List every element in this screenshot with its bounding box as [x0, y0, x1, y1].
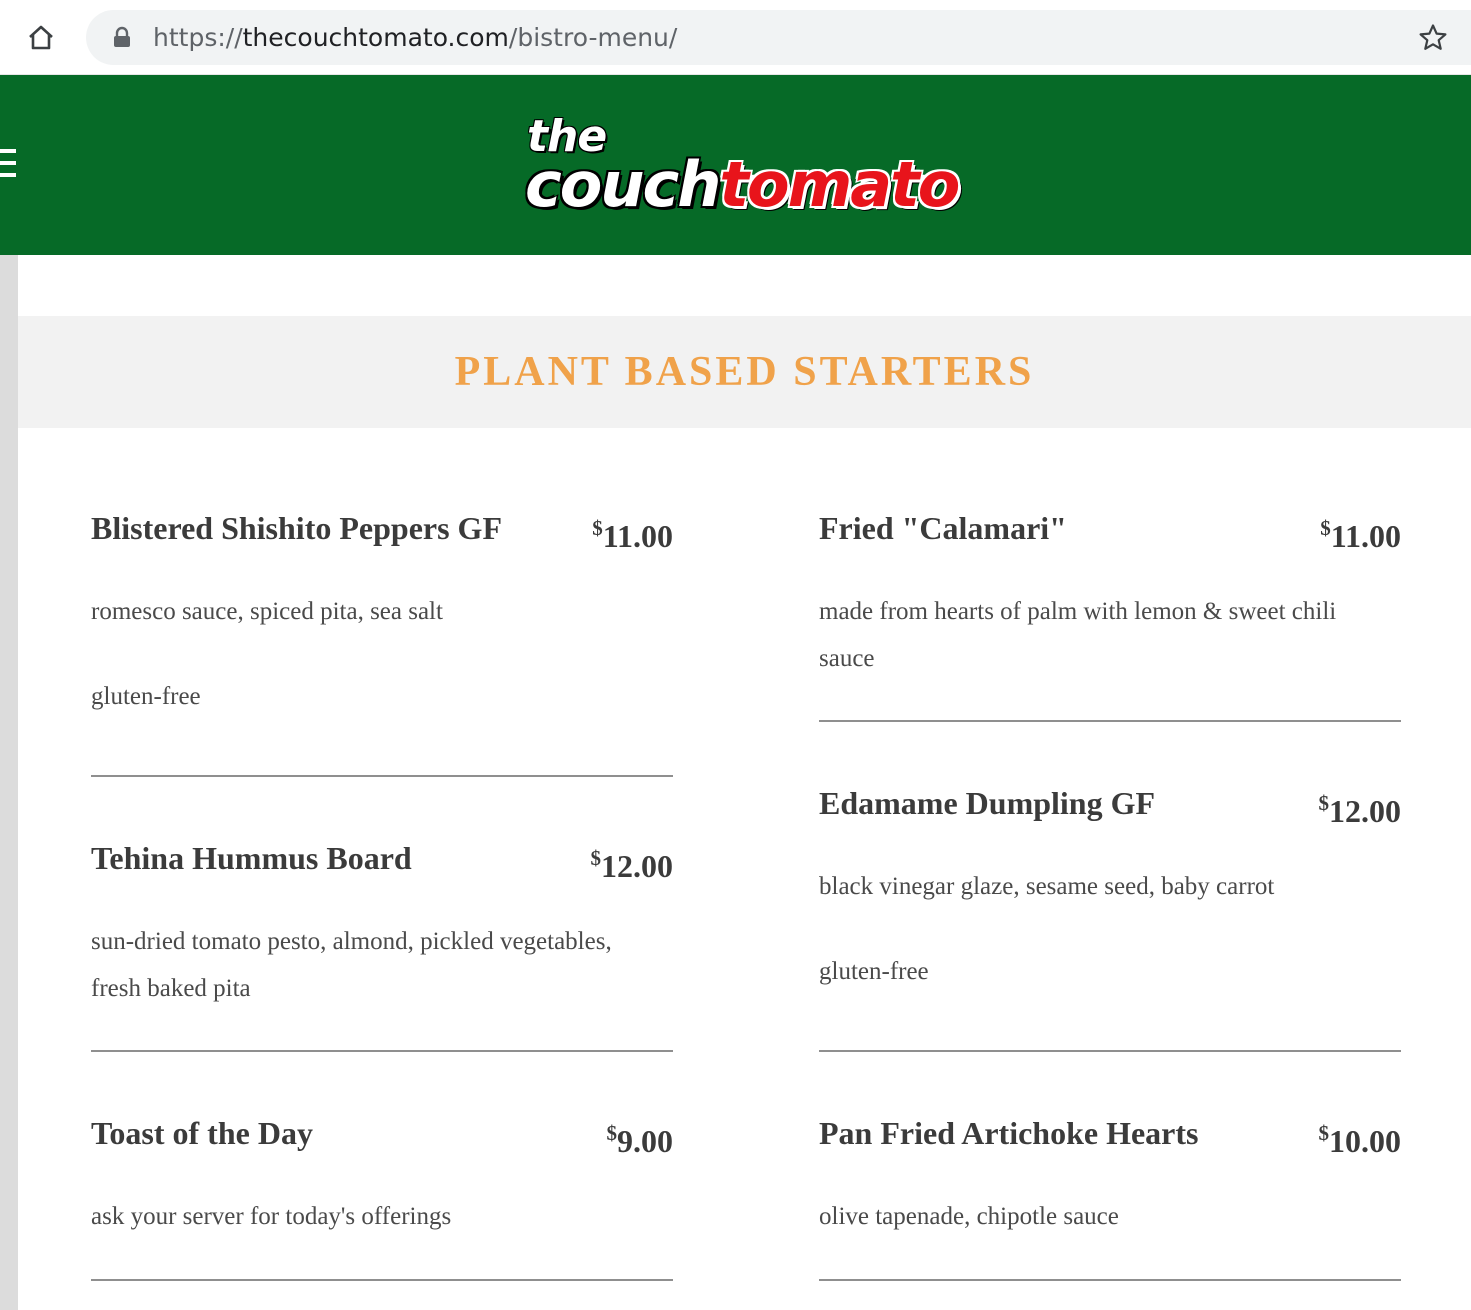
menu-item-note: gluten-free [819, 958, 929, 985]
currency-symbol: $ [590, 846, 602, 870]
menu-item-description: made from hearts of palm with lemon & sw… [819, 598, 1337, 672]
menu-item-divider [91, 1050, 673, 1052]
section-title: PLANT BASED STARTERS [454, 349, 1035, 395]
price-value: 10.00 [1329, 1123, 1401, 1159]
price-value: 9.00 [617, 1123, 673, 1159]
logo-tomato-text: tomato [719, 148, 960, 221]
currency-symbol: $ [592, 516, 603, 540]
url-text[interactable]: https://thecouchtomato.com/bistro-menu/ [153, 10, 677, 65]
menu-item-divider [819, 1279, 1401, 1281]
menu-item-header: Fried "Calamari" $11.00 [819, 508, 1401, 554]
menu-item-description: sun-dried tomato pesto, almond, pickled … [91, 928, 612, 1002]
menu-item-header: Toast of the Day $9.00 [91, 1113, 673, 1159]
currency-symbol: $ [1318, 1121, 1330, 1145]
menu-item-price: $11.00 [1320, 508, 1401, 556]
browser-toolbar: https://thecouchtomato.com/bistro-menu/ [0, 0, 1471, 75]
currency-symbol: $ [1318, 791, 1330, 815]
hamburger-menu-icon[interactable] [0, 149, 16, 177]
menu-item-price: $12.00 [591, 838, 674, 886]
menu-item-description: romesco sauce, spiced pita, sea salt [91, 598, 443, 625]
menu-item-name: Toast of the Day [91, 1115, 313, 1151]
menu-item-divider [819, 720, 1401, 722]
logo-wordmark: couchtomato [525, 148, 960, 221]
menu-item-price: $11.00 [592, 508, 673, 556]
currency-symbol: $ [606, 1121, 618, 1145]
home-icon [29, 25, 53, 50]
address-bar[interactable]: https://thecouchtomato.com/bistro-menu/ [86, 10, 1471, 65]
url-host: thecouchtomato.com [242, 23, 509, 52]
left-scroll-strip [0, 255, 18, 1310]
menu-item-note: gluten-free [91, 683, 201, 710]
menu-item-price: $12.00 [1319, 783, 1402, 831]
lock-icon [114, 26, 130, 47]
bookmark-star-icon[interactable] [1418, 23, 1448, 53]
home-button[interactable] [22, 19, 60, 57]
menu-item-description: ask your server for today's offerings [91, 1203, 452, 1230]
site-logo[interactable]: the couchtomato [525, 112, 975, 222]
logo-couch-text: couch [525, 148, 721, 221]
price-value: 12.00 [601, 848, 673, 884]
price-value: 11.00 [602, 518, 673, 554]
menu-item-price: $10.00 [1319, 1113, 1402, 1161]
menu-item-description: olive tapenade, chipotle sauce [819, 1203, 1119, 1230]
price-value: 12.00 [1329, 793, 1401, 829]
url-path: /bistro-menu/ [508, 23, 678, 52]
menu-item-header: Tehina Hummus Board $12.00 [91, 838, 673, 884]
menu-item-description: black vinegar glaze, sesame seed, baby c… [819, 873, 1275, 900]
url-scheme: https:// [153, 23, 243, 52]
currency-symbol: $ [1320, 516, 1331, 540]
menu-item-price: $9.00 [607, 1113, 674, 1161]
menu-item-name: Fried "Calamari" [819, 510, 1067, 546]
price-value: 11.00 [1330, 518, 1401, 554]
menu-item-name: Edamame Dumpling GF [819, 785, 1156, 821]
menu-item-header: Edamame Dumpling GF $12.00 [819, 783, 1401, 829]
menu-item-header: Pan Fried Artichoke Hearts $10.00 [819, 1113, 1401, 1159]
menu-item-divider [91, 775, 673, 777]
menu-item-name: Blistered Shishito Peppers GF [91, 510, 502, 546]
menu-item-name: Pan Fried Artichoke Hearts [819, 1115, 1199, 1151]
section-banner: PLANT BASED STARTERS [18, 316, 1471, 428]
menu-item-header: Blistered Shishito Peppers GF $11.00 [91, 508, 673, 554]
menu-item-divider [91, 1279, 673, 1281]
menu-item-name: Tehina Hummus Board [91, 840, 412, 876]
menu-item-divider [819, 1050, 1401, 1052]
